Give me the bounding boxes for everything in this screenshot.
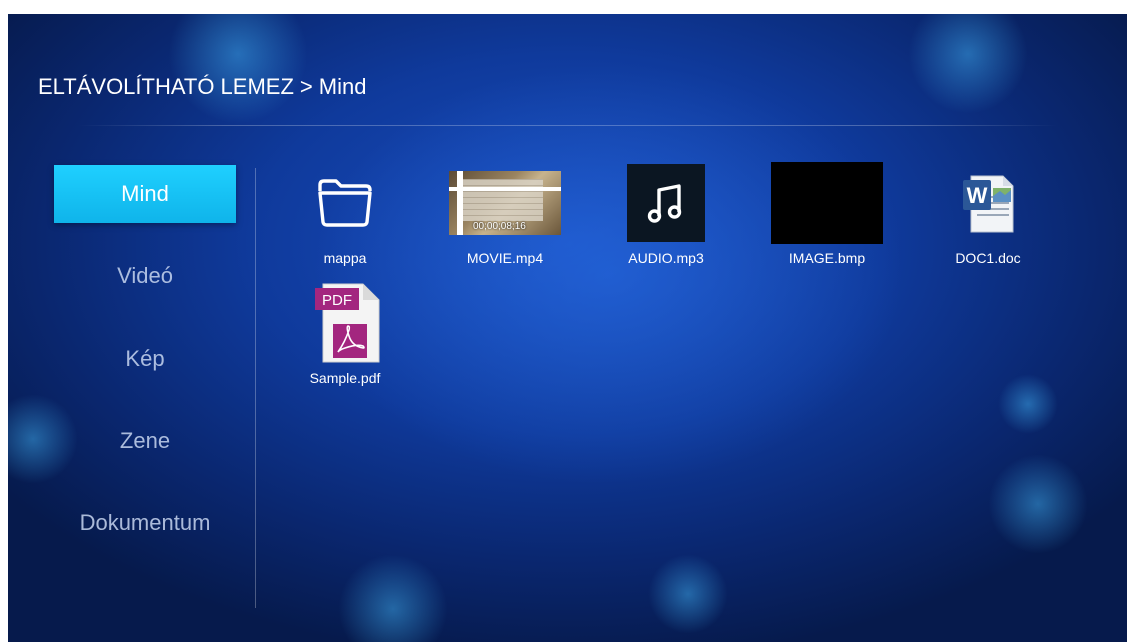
- file-item-image[interactable]: IMAGE.bmp: [762, 162, 892, 266]
- breadcrumb-root[interactable]: ELTÁVOLÍTHATÓ LEMEZ: [38, 74, 294, 99]
- sidebar-item-label: Dokumentum: [79, 510, 211, 535]
- header-divider: [78, 125, 1058, 126]
- video-timecode: 00;00;08;16: [473, 221, 526, 232]
- file-name: Sample.pdf: [309, 370, 381, 386]
- pdf-badge: PDF: [322, 292, 352, 309]
- media-browser-screen: ELTÁVOLÍTHATÓ LEMEZ > Mind Mind Videó Kép …: [8, 14, 1127, 642]
- sidebar-item-label: Zene: [119, 428, 171, 453]
- pdf-icon: PDF: [289, 282, 401, 364]
- sidebar-item-dokumentum[interactable]: Dokumentum: [54, 494, 236, 552]
- bokeh-light: [988, 454, 1088, 554]
- file-item-pdf[interactable]: PDF Sample.pdf: [280, 282, 410, 386]
- music-note-icon: [647, 184, 682, 223]
- video-frame: 00;00;08;16: [449, 171, 561, 235]
- file-item-doc[interactable]: W DOC1.doc: [923, 162, 1053, 266]
- word-doc-icon: W: [932, 162, 1044, 244]
- sidebar-item-mind[interactable]: Mind: [54, 165, 236, 223]
- breadcrumb-separator: >: [299, 74, 313, 99]
- bokeh-light: [168, 14, 308, 124]
- file-item-folder[interactable]: mappa: [280, 162, 410, 266]
- breadcrumb: ELTÁVOLÍTHATÓ LEMEZ > Mind: [38, 74, 366, 100]
- breadcrumb-current: Mind: [318, 74, 367, 99]
- sidebar-item-label: Videó: [117, 263, 173, 288]
- file-item-audio[interactable]: AUDIO.mp3: [601, 162, 731, 266]
- video-frame-marker: [449, 187, 561, 191]
- file-item-movie[interactable]: 00;00;08;16 MOVIE.mp4: [440, 162, 570, 266]
- file-name: DOC1.doc: [955, 250, 1021, 266]
- bokeh-light: [338, 554, 448, 642]
- sidebar-item-label: Mind: [121, 181, 169, 206]
- bokeh-light: [648, 554, 728, 634]
- sidebar-item-video[interactable]: Videó: [54, 247, 236, 305]
- video-frame-content: [463, 179, 543, 221]
- sidebar-item-zene[interactable]: Zene: [54, 412, 236, 470]
- image-preview: [771, 162, 883, 244]
- folder-icon: [289, 162, 401, 244]
- video-thumbnail: 00;00;08;16: [449, 162, 561, 244]
- sidebar-item-kep[interactable]: Kép: [54, 330, 236, 388]
- bokeh-light: [998, 374, 1058, 434]
- audio-thumbnail: [610, 162, 722, 244]
- video-frame-marker: [457, 171, 463, 235]
- file-name: MOVIE.mp4: [466, 250, 544, 266]
- sidebar-divider: [255, 168, 256, 608]
- sidebar-item-label: Kép: [125, 346, 165, 371]
- bokeh-light: [908, 14, 1028, 114]
- file-name: IMAGE.bmp: [788, 250, 866, 266]
- audio-thumb-bg: [627, 164, 705, 242]
- word-badge: W: [967, 183, 988, 208]
- file-name: mappa: [323, 250, 367, 266]
- image-thumbnail: [771, 162, 883, 244]
- file-name: AUDIO.mp3: [628, 250, 704, 266]
